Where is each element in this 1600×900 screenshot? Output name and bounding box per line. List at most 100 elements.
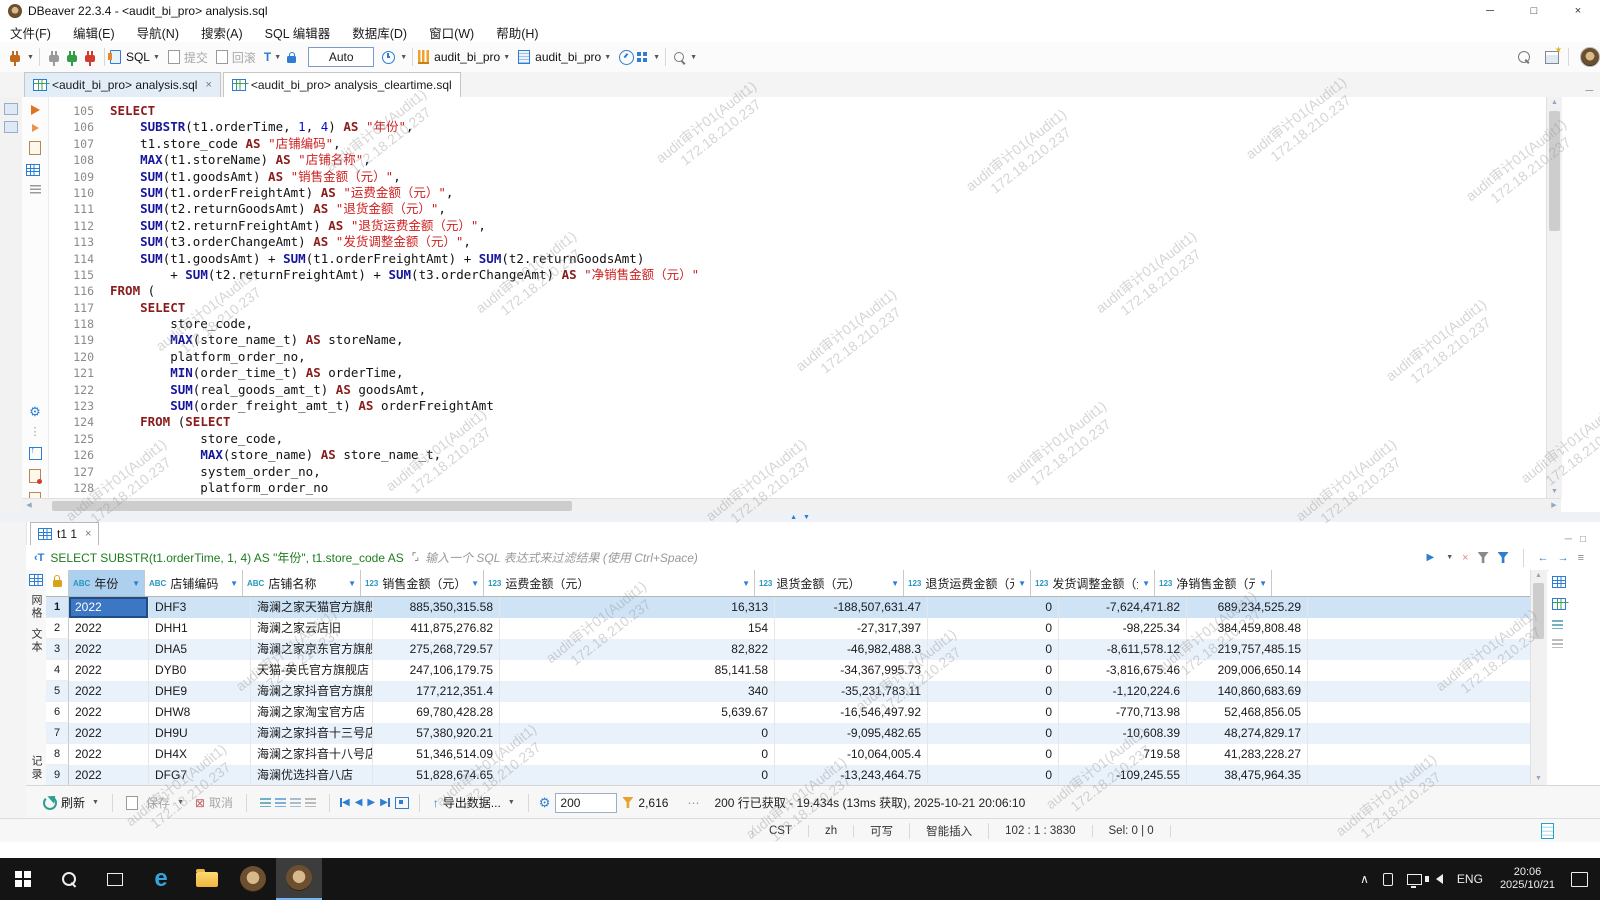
grid-cell[interactable]: 0 bbox=[928, 660, 1059, 681]
column-sort-icon[interactable]: ▼ bbox=[1259, 579, 1267, 588]
collapse-down-icon[interactable]: ▼ bbox=[803, 514, 810, 521]
record-mode-tab[interactable]: 记录 bbox=[28, 755, 44, 781]
grid-cell[interactable]: 0 bbox=[928, 618, 1059, 639]
grid-cell[interactable]: -1,120,224.6 bbox=[1059, 681, 1187, 702]
grid-cell[interactable]: 219,757,485.15 bbox=[1187, 639, 1308, 660]
row-number[interactable]: 5 bbox=[46, 681, 69, 702]
column-header[interactable]: ABC店铺名称▼ bbox=[243, 570, 361, 596]
database-selector[interactable]: audit_bi_pro ▼ bbox=[518, 50, 611, 64]
code-line[interactable]: 112 SUM(t2.returnFreightAmt) AS "退货运费金额（… bbox=[48, 218, 1530, 234]
menu-item[interactable]: 导航(N) bbox=[137, 23, 179, 42]
row-number[interactable]: 7 bbox=[46, 723, 69, 744]
scrollbar-thumb[interactable] bbox=[1533, 583, 1544, 639]
code-line[interactable]: 113 SUM(t3.orderChangeAmt) AS "发货调整金额（元）… bbox=[48, 234, 1530, 250]
grid-cell[interactable]: 2022 bbox=[69, 765, 149, 785]
chevron-down-icon[interactable]: ▼ bbox=[1446, 554, 1453, 561]
chevron-down-icon[interactable]: ▼ bbox=[27, 54, 34, 61]
grid-cell[interactable]: 154 bbox=[500, 618, 775, 639]
grid-corner-cell[interactable] bbox=[46, 570, 69, 596]
filter-funnel-icon[interactable] bbox=[1478, 552, 1489, 563]
grid-cell[interactable]: 885,350,315.58 bbox=[373, 597, 500, 618]
table-row[interactable]: 82022DH4X海澜之家抖音十八号店51,346,514.090-10,064… bbox=[46, 744, 1530, 765]
export-button[interactable]: ↑ 导出数据... ▼ bbox=[430, 794, 518, 811]
grid-cell[interactable]: -46,982,488.3 bbox=[775, 639, 928, 660]
row-number[interactable]: 2 bbox=[46, 618, 69, 639]
clipboard-icon[interactable] bbox=[1541, 823, 1554, 839]
menu-item[interactable]: 搜索(A) bbox=[201, 23, 243, 42]
grid-cell[interactable]: 0 bbox=[500, 723, 775, 744]
lock-icon[interactable] bbox=[287, 52, 296, 66]
column-sort-icon[interactable]: ▼ bbox=[132, 579, 140, 588]
code-line[interactable]: 122 SUM(real_goods_amt_t) AS goodsAmt, bbox=[48, 382, 1530, 398]
grid-cell[interactable]: 海澜之家天猫官方旗舰店 bbox=[251, 597, 373, 618]
grid-cell[interactable]: 天猫-英氏官方旗舰店 bbox=[251, 660, 373, 681]
code-line[interactable]: 115 + SUM(t2.returnFreightAmt) + SUM(t3.… bbox=[48, 267, 1530, 283]
code-line[interactable]: 106 SUBSTR(t1.orderTime, 1, 4) AS "年份", bbox=[48, 119, 1530, 135]
menu-icon[interactable]: ≡ bbox=[1578, 552, 1584, 564]
grid-cell[interactable]: 384,459,808.48 bbox=[1187, 618, 1308, 639]
grid-cell[interactable]: 51,346,514.09 bbox=[373, 744, 500, 765]
code-line[interactable]: 124 FROM (SELECT bbox=[48, 414, 1530, 430]
code-line[interactable]: 119 MAX(store_name_t) AS storeName, bbox=[48, 332, 1530, 348]
editor-horizontal-scrollbar[interactable]: ◀ ▶ bbox=[22, 498, 1561, 513]
table-row[interactable]: 42022DYB0天猫-英氏官方旗舰店247,106,179.7585,141.… bbox=[46, 660, 1530, 681]
grid-cell[interactable]: 0 bbox=[500, 765, 775, 785]
grid-cell[interactable]: -34,367,995.73 bbox=[775, 660, 928, 681]
grid-cell[interactable]: 57,380,920.21 bbox=[373, 723, 500, 744]
code-line[interactable]: 126 MAX(store_name) AS store_name_t, bbox=[48, 447, 1530, 463]
export-icon[interactable] bbox=[29, 447, 42, 460]
grid-cell[interactable]: DHE9 bbox=[149, 681, 251, 702]
tray-expand-icon[interactable]: ∧ bbox=[1353, 872, 1376, 886]
notification-center-icon[interactable] bbox=[1571, 872, 1588, 887]
menu-item[interactable]: 文件(F) bbox=[10, 23, 51, 42]
edit-row-icon[interactable] bbox=[305, 798, 316, 807]
usb-icon[interactable] bbox=[1376, 873, 1400, 886]
grid-cell[interactable]: 海澜之家云店旧 bbox=[251, 618, 373, 639]
table-row[interactable]: 72022DH9U海澜之家抖音十三号店57,380,920.210-9,095,… bbox=[46, 723, 1530, 744]
document-error-icon[interactable] bbox=[29, 469, 41, 483]
code-line[interactable]: 108 MAX(t1.storeName) AS "店铺名称", bbox=[48, 152, 1530, 168]
scroll-down-icon[interactable]: ▼ bbox=[1547, 486, 1562, 498]
taskbar-search-button[interactable] bbox=[46, 858, 92, 900]
dashboard-icon[interactable] bbox=[619, 50, 634, 65]
grid-cell[interactable]: 41,283,228.27 bbox=[1187, 744, 1308, 765]
grid-cell[interactable]: 0 bbox=[928, 639, 1059, 660]
grid-cell[interactable]: DH9U bbox=[149, 723, 251, 744]
table-row[interactable]: 52022DHE9海澜之家抖音官方旗舰店177,212,351.4340-35,… bbox=[46, 681, 1530, 702]
code-line[interactable]: 107 t1.store_code AS "店铺编码", bbox=[48, 136, 1530, 152]
grid-cell[interactable]: 2022 bbox=[69, 681, 149, 702]
row-number[interactable]: 1 bbox=[46, 597, 69, 618]
tasks-button[interactable]: ▼ bbox=[634, 52, 660, 62]
reconnect-button[interactable] bbox=[63, 50, 81, 65]
code-line[interactable]: 120 platform_order_no, bbox=[48, 349, 1530, 365]
maximize-button[interactable]: □ bbox=[1512, 0, 1556, 22]
commit-button[interactable]: 提交 bbox=[168, 49, 208, 66]
editor-tab[interactable]: <audit_bi_pro> analysis_cleartime.sql bbox=[223, 72, 461, 97]
grid-cell[interactable]: 2022 bbox=[69, 618, 149, 639]
grid-cell[interactable]: 140,860,683.69 bbox=[1187, 681, 1308, 702]
grid-cell[interactable]: 2022 bbox=[69, 702, 149, 723]
grid-view-tab[interactable]: 网格 bbox=[28, 594, 44, 620]
expand-icon[interactable]: ⌜⌟ bbox=[412, 552, 417, 563]
maximize-panel-icon[interactable]: □ bbox=[1580, 534, 1586, 545]
code-line[interactable]: 118 store_code, bbox=[48, 316, 1530, 332]
restore-panel-icon[interactable] bbox=[4, 121, 18, 133]
grid-cell[interactable]: 海澜之家抖音十三号店 bbox=[251, 723, 373, 744]
table-row[interactable]: 32022DHA5海澜之家京东官方旗舰店275,268,729.5782,822… bbox=[46, 639, 1530, 660]
filter-input[interactable]: 输入一个 SQL 表达式来过滤结果 (使用 Ctrl+Space) bbox=[425, 549, 1426, 566]
quick-search-icon[interactable] bbox=[1518, 51, 1530, 63]
column-sort-icon[interactable]: ▼ bbox=[230, 579, 238, 588]
restore-panel-icon[interactable] bbox=[4, 103, 18, 115]
connection-selector[interactable]: audit_bi_pro ▼ bbox=[418, 50, 510, 64]
new-connection-button[interactable] bbox=[6, 50, 24, 65]
search-button[interactable]: ▼ bbox=[671, 52, 697, 62]
grid-cell[interactable]: 0 bbox=[928, 765, 1059, 785]
table-row[interactable]: 62022DHW8海澜之家淘宝官方店69,780,428.285,639.67-… bbox=[46, 702, 1530, 723]
editor-results-splitter[interactable]: ▲ ▼ bbox=[0, 512, 1600, 522]
code-line[interactable]: 116FROM ( bbox=[48, 283, 1530, 299]
grid-cell[interactable]: 69,780,428.28 bbox=[373, 702, 500, 723]
grid-cell[interactable]: -16,546,497.92 bbox=[775, 702, 928, 723]
grid-cell[interactable]: DHH1 bbox=[149, 618, 251, 639]
cancel-button[interactable]: ⊠ 取消 bbox=[192, 794, 236, 811]
grid-cell[interactable]: 38,475,964.35 bbox=[1187, 765, 1308, 785]
